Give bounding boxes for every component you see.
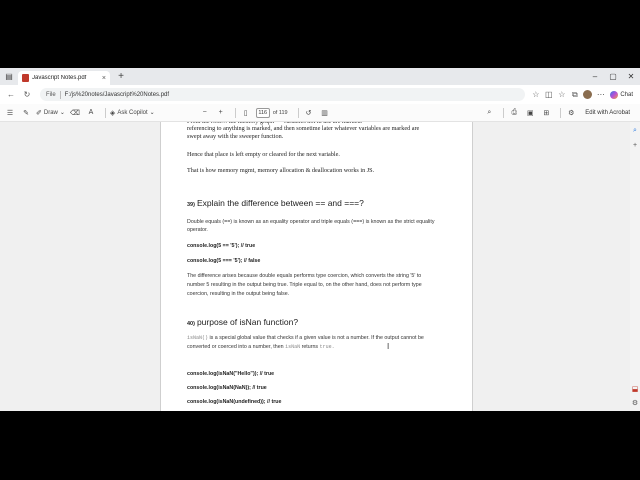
page-number-input[interactable]: 116 [255,107,270,118]
copilot-chat-button[interactable]: Chat [607,89,636,100]
draw-label: Draw [43,109,58,116]
doc-text-line: The difference arises because double equ… [187,273,422,279]
ask-copilot-button[interactable]: ◈ Ask Copilot ⌄ [110,106,155,120]
add-icon[interactable]: + [630,140,640,150]
inline-code: isNaN() [187,335,209,341]
url-scheme: File [46,91,56,98]
ask-copilot-label: Ask Copilot [117,109,148,116]
doc-text-line: swept away with the sweeper function. [187,133,284,140]
draw-icon: ✐ [36,109,42,117]
fit-page-icon[interactable]: ▯ [240,106,252,120]
favorite-star-icon[interactable]: ☆ [529,88,542,102]
refresh-button[interactable]: ↻ [20,88,34,102]
page-count: of 119 [272,109,288,116]
more-options-icon[interactable]: ⋯ [594,88,607,102]
inline-code: isNaN [285,344,301,350]
settings-gear-icon[interactable]: ⚙ [565,106,577,120]
letterbox-top [0,0,640,68]
question-number: 40) [187,321,195,327]
doc-paragraph: That is how memory mgmt, memory allocati… [187,167,375,174]
tab-strip: ▤ Javascript Notes.pdf × + – ▢ ✕ [0,68,640,85]
toolbar-divider [503,107,505,118]
text-run: is a special global value that checks if… [209,335,424,341]
question-title: purpose of isNan function? [196,317,299,327]
profile-avatar[interactable] [583,90,593,99]
letterbox-bottom [0,411,640,480]
code-line: console.log(5 === '5'); // false [187,258,261,264]
zoom-out-button[interactable]: − [199,106,211,120]
doc-text-line: isNaN() is a special global value that c… [187,334,453,343]
acrobat-icon[interactable]: ⬓ [630,384,640,394]
question-40-heading: 40) purpose of isNan function? [187,317,453,327]
toolbar-divider [560,107,562,118]
doc-paragraph: Double equals (==) is known as an equali… [187,219,435,233]
browser-window: ▤ Javascript Notes.pdf × + – ▢ ✕ ← ↻ Fil… [0,68,640,411]
draw-button[interactable]: ✐ Draw ⌄ [36,106,65,120]
tab-close-icon[interactable]: × [102,75,106,82]
contents-icon[interactable]: ☰ [4,106,16,120]
save-as-icon[interactable]: ⊞ [540,106,552,120]
code-line: console.log(isNaN(undefined)); // true [187,399,282,405]
doc-text-line: coercion, resulting in the output being … [187,291,290,297]
sidebar-settings-icon[interactable]: ⚙ [630,398,640,408]
doc-text-line: referencing to anything is marked, and t… [187,125,420,132]
pdf-toolbar: ☰ ✎ ✐ Draw ⌄ ⌫ A ◈ Ask Copilot ⌄ − + ▯ 1… [0,104,640,122]
code-line: console.log(isNaN(NaN)); // true [187,385,267,391]
question-number: 39) [187,202,195,208]
url-text: F:/js%20notes/Javascript%20Notes.pdf [64,91,170,98]
eraser-icon[interactable]: ⌫ [69,106,81,120]
pdf-toolbar-right: ⌕ ⎙ ▣ ⊞ ⚙ Edit with Acrobat [483,106,636,120]
doc-paragraph: Hence that place is left empty or cleare… [187,151,340,158]
pdf-viewer[interactable]: From the root… the memory graph — variab… [0,122,630,411]
maximize-button[interactable]: ▢ [604,68,622,85]
tab-actions-icon[interactable]: ▤ [0,68,18,85]
url-field[interactable]: File F:/js%20notes/Javascript%20Notes.pd… [40,88,526,101]
chevron-down-icon: ⌄ [149,110,155,116]
search-icon[interactable]: ⌕ [630,126,640,136]
highlight-icon[interactable]: ✎ [20,106,32,120]
question-title: Explain the difference between == and ==… [196,198,364,208]
save-icon[interactable]: ▣ [524,106,536,120]
url-separator [59,90,61,99]
rotate-icon[interactable]: ↺ [303,106,315,120]
toolbar-divider [234,107,236,118]
page-view-icon[interactable]: ▥ [319,106,331,120]
tab-label: Javascript Notes.pdf [32,75,87,81]
back-button[interactable]: ← [4,88,18,102]
toolbar-divider [297,107,299,118]
doc-text-line: converted or coerced into a number, then… [187,343,453,352]
favorites-icon[interactable]: ☆ [555,88,568,102]
text-run: converted or coerced into a number, then [187,344,284,350]
zoom-in-button[interactable]: + [215,106,227,120]
toolbar-divider [104,107,106,118]
inline-code: true. [319,344,335,350]
question-39-heading: 39) Explain the difference between == and… [187,198,453,208]
close-window-button[interactable]: ✕ [622,68,640,85]
tab-javascript-notes[interactable]: Javascript Notes.pdf × [18,71,110,85]
right-sidebar: ⌕ + ⬓ ⚙ [630,122,640,411]
split-screen-icon[interactable]: ◫ [542,88,555,102]
chevron-down-icon: ⌄ [59,110,65,116]
collections-icon[interactable]: ⧉ [568,88,581,102]
text-cursor-icon: I [387,342,390,351]
chat-label: Chat [620,91,633,98]
print-icon[interactable]: ⎙ [508,106,520,120]
copilot-small-icon: ◈ [109,109,116,117]
new-tab-button[interactable]: + [114,70,128,84]
window-controls: – ▢ ✕ [586,68,640,85]
search-icon[interactable]: ⌕ [483,106,495,120]
text-icon[interactable]: A [85,106,97,120]
doc-text-line: number 5 resulting in the output being t… [187,282,422,288]
minimize-button[interactable]: – [586,68,604,85]
code-line: console.log(isNaN("Hello")); // true [187,371,275,377]
edit-with-acrobat-button[interactable]: Edit with Acrobat [585,110,630,116]
pdf-file-icon [22,74,29,82]
copilot-icon [610,90,619,99]
code-line: console.log(5 == '5'); // true [187,243,256,249]
text-run: returns [301,344,319,350]
address-bar: ← ↻ File F:/js%20notes/Javascript%20Note… [0,85,640,104]
pdf-page: From the root… the memory graph — variab… [160,122,473,411]
